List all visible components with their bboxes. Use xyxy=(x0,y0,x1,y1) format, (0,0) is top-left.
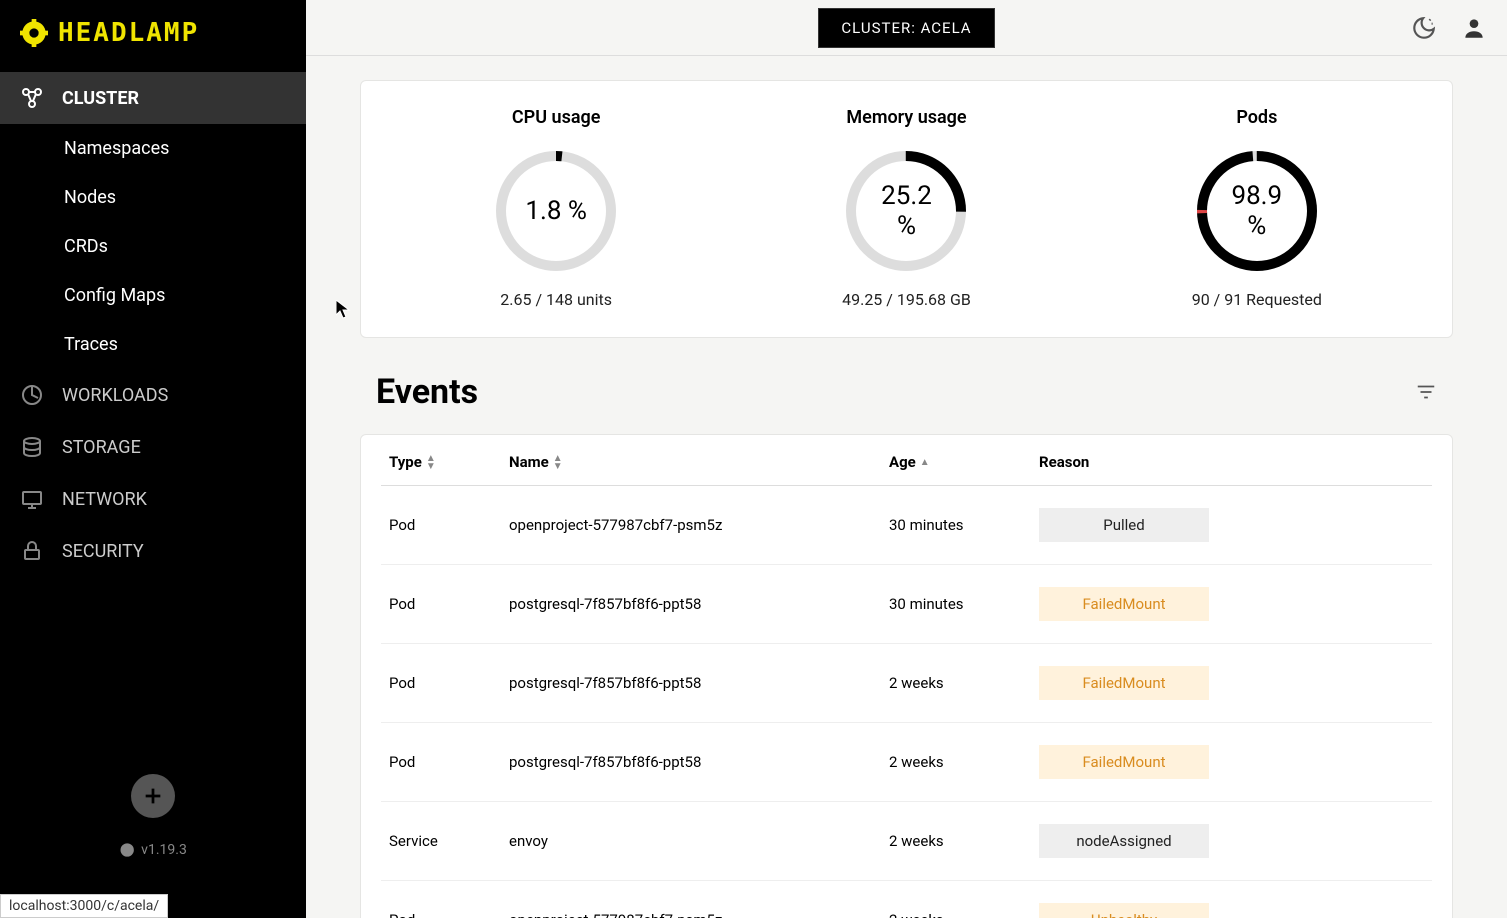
stat-memory: Memory usage 25.2 % 49.25 / 195.68 GB xyxy=(731,107,1081,309)
storage-icon xyxy=(20,435,44,459)
col-type[interactable]: Type▲▼ xyxy=(381,435,501,486)
sidebar-sub-namespaces[interactable]: Namespaces xyxy=(0,124,306,173)
plus-icon xyxy=(142,785,164,807)
sidebar-item-cluster[interactable]: CLUSTER xyxy=(0,72,306,124)
stat-percent: 98.9 % xyxy=(1224,181,1289,241)
cell-type: Pod xyxy=(381,486,501,565)
nav: CLUSTER Namespaces Nodes CRDs Config Map… xyxy=(0,72,306,577)
logo-text: HEADLAMP xyxy=(58,18,199,48)
cell-reason: FailedMount xyxy=(1031,644,1432,723)
sidebar-item-label: WORKLOADS xyxy=(62,385,168,406)
cell-reason: FailedMount xyxy=(1031,723,1432,802)
main-content: CPU usage 1.8 % 2.65 / 148 units Memory … xyxy=(306,56,1507,918)
col-name[interactable]: Name▲▼ xyxy=(501,435,881,486)
table-row[interactable]: Podpostgresql-7f857bf8f6-ppt582 weeksFai… xyxy=(381,723,1432,802)
version-label: v1.19.3 xyxy=(119,842,187,858)
events-title: Events xyxy=(376,372,478,412)
sidebar-item-storage[interactable]: STORAGE xyxy=(0,421,306,473)
sidebar-item-workloads[interactable]: WORKLOADS xyxy=(0,369,306,421)
sort-icon: ▲▼ xyxy=(553,455,563,471)
stat-sub: 49.25 / 195.68 GB xyxy=(731,290,1081,309)
stat-title: Pods xyxy=(1082,107,1432,128)
table-header-row: Type▲▼ Name▲▼ Age ▲ Reason xyxy=(381,435,1432,486)
sidebar-sub-crds[interactable]: CRDs xyxy=(0,222,306,271)
cell-type: Service xyxy=(381,802,501,881)
pods-ring: 98.9 % xyxy=(1192,146,1322,276)
table-row[interactable]: Podpostgresql-7f857bf8f6-ppt582 weeksFai… xyxy=(381,644,1432,723)
cell-reason: Unhealthy xyxy=(1031,881,1432,918)
sidebar-item-label: STORAGE xyxy=(62,437,141,458)
cell-reason: FailedMount xyxy=(1031,565,1432,644)
cell-type: Pod xyxy=(381,644,501,723)
stat-sub: 2.65 / 148 units xyxy=(381,290,731,309)
reason-badge: nodeAssigned xyxy=(1039,824,1209,858)
workloads-icon xyxy=(20,383,44,407)
sidebar-sub-configmaps[interactable]: Config Maps xyxy=(0,271,306,320)
cell-age: 2 weeks xyxy=(881,802,1031,881)
filter-icon[interactable] xyxy=(1415,381,1437,403)
events-table: Type▲▼ Name▲▼ Age ▲ Reason Podopenprojec… xyxy=(360,434,1453,918)
stats-card: CPU usage 1.8 % 2.65 / 148 units Memory … xyxy=(360,80,1453,338)
stat-title: CPU usage xyxy=(381,107,731,128)
reason-badge: Unhealthy xyxy=(1039,903,1209,918)
sidebar-item-label: NETWORK xyxy=(62,489,147,510)
cell-name: postgresql-7f857bf8f6-ppt58 xyxy=(501,565,881,644)
cell-type: Pod xyxy=(381,723,501,802)
reason-badge: FailedMount xyxy=(1039,666,1209,700)
cell-age: 30 minutes xyxy=(881,565,1031,644)
sidebar-sub-traces[interactable]: Traces xyxy=(0,320,306,369)
sidebar-item-security[interactable]: SECURITY xyxy=(0,525,306,577)
reason-badge: FailedMount xyxy=(1039,745,1209,779)
cell-name: postgresql-7f857bf8f6-ppt58 xyxy=(501,644,881,723)
sort-icon: ▲▼ xyxy=(426,455,436,471)
cell-type: Pod xyxy=(381,565,501,644)
sidebar-item-label: CLUSTER xyxy=(62,88,139,109)
cluster-icon xyxy=(20,86,44,110)
cell-name: openproject-577987cbf7-psm5z xyxy=(501,881,881,918)
sort-asc-icon: ▲ xyxy=(920,459,930,467)
logo[interactable]: HEADLAMP xyxy=(0,0,306,66)
table-row[interactable]: Serviceenvoy2 weeksnodeAssigned xyxy=(381,802,1432,881)
add-button[interactable] xyxy=(131,774,175,818)
cpu-ring: 1.8 % xyxy=(491,146,621,276)
cell-name: openproject-577987cbf7-psm5z xyxy=(501,486,881,565)
theme-toggle-icon[interactable] xyxy=(1411,15,1437,41)
sidebar: HEADLAMP CLUSTER Namespaces Nodes CRDs C… xyxy=(0,0,306,918)
topbar: CLUSTER: ACELA xyxy=(306,0,1507,56)
stat-title: Memory usage xyxy=(731,107,1081,128)
cell-name: postgresql-7f857bf8f6-ppt58 xyxy=(501,723,881,802)
stat-percent: 25.2 % xyxy=(874,181,939,241)
cell-type: Pod xyxy=(381,881,501,918)
status-bar-url: localhost:3000/c/acela/ xyxy=(0,894,168,918)
table-row[interactable]: Podopenproject-577987cbf7-psm5z2 weeks Un… xyxy=(381,881,1432,918)
network-icon xyxy=(20,487,44,511)
sidebar-item-label: SECURITY xyxy=(62,541,144,562)
stat-percent: 1.8 % xyxy=(525,196,587,226)
headlamp-icon xyxy=(20,19,48,47)
cell-name: envoy xyxy=(501,802,881,881)
events-header: Events xyxy=(376,372,1437,412)
stat-cpu: CPU usage 1.8 % 2.65 / 148 units xyxy=(381,107,731,309)
cell-reason: nodeAssigned xyxy=(1031,802,1432,881)
cell-age: 2 weeks xyxy=(881,723,1031,802)
github-icon xyxy=(119,842,135,858)
user-icon[interactable] xyxy=(1461,15,1487,41)
stat-sub: 90 / 91 Requested xyxy=(1082,290,1432,309)
reason-badge: FailedMount xyxy=(1039,587,1209,621)
table-row[interactable]: Podpostgresql-7f857bf8f6-ppt5830 minutes… xyxy=(381,565,1432,644)
col-reason[interactable]: Reason xyxy=(1031,435,1432,486)
sidebar-sub-nodes[interactable]: Nodes xyxy=(0,173,306,222)
cluster-badge[interactable]: CLUSTER: ACELA xyxy=(818,8,994,48)
cell-age: 2 weeks xyxy=(881,881,1031,918)
security-icon xyxy=(20,539,44,563)
cell-age: 2 weeks xyxy=(881,644,1031,723)
col-age[interactable]: Age ▲ xyxy=(881,435,1031,486)
reason-badge: Pulled xyxy=(1039,508,1209,542)
cell-reason: Pulled xyxy=(1031,486,1432,565)
stat-pods: Pods 98.9 % 90 / 91 Requested xyxy=(1082,107,1432,309)
table-row[interactable]: Podopenproject-577987cbf7-psm5z30 minute… xyxy=(381,486,1432,565)
sidebar-item-network[interactable]: NETWORK xyxy=(0,473,306,525)
memory-ring: 25.2 % xyxy=(841,146,971,276)
cell-age: 30 minutes xyxy=(881,486,1031,565)
